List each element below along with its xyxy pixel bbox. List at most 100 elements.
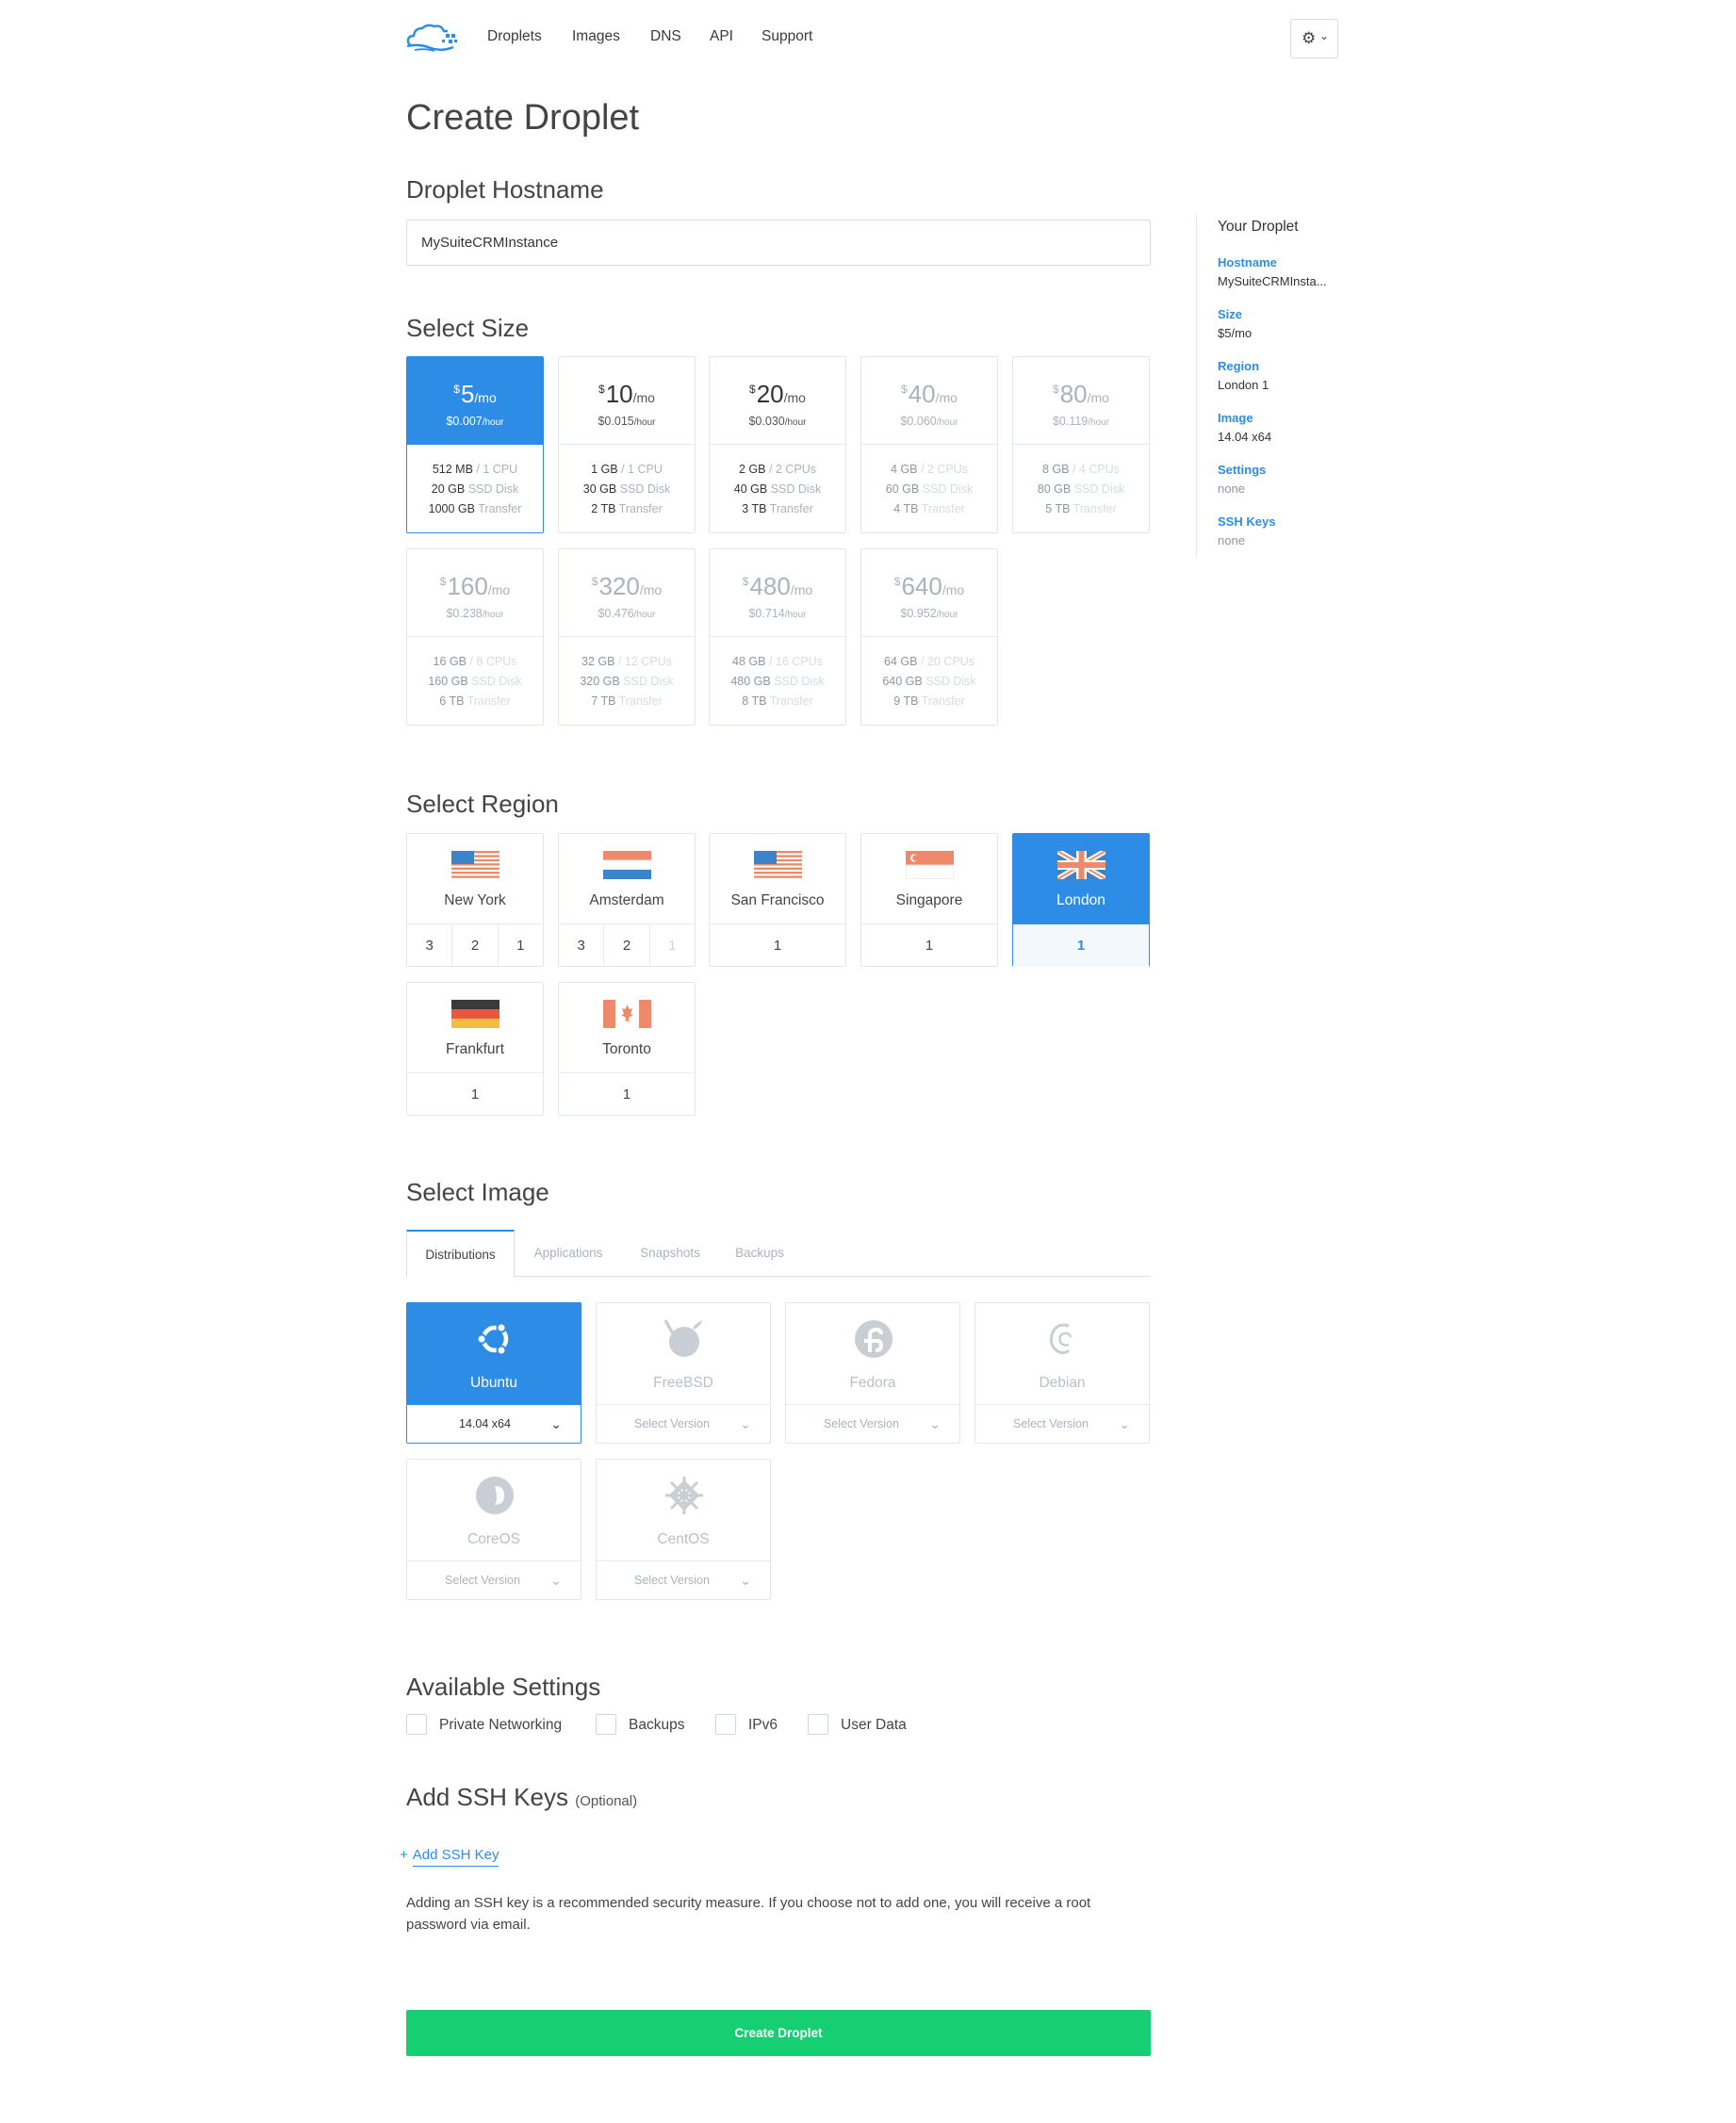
checkbox-box[interactable] [406,1714,427,1735]
nav-api-link[interactable]: API [710,28,733,45]
price-amount: 160 [447,572,488,600]
distro-header[interactable]: CoreOS [407,1460,581,1561]
spec-row: 4 TB Transfer [861,499,997,519]
distro-name: Debian [1039,1375,1086,1391]
nav-droplets-link[interactable]: Droplets [487,28,542,45]
distro-header[interactable]: CentOS [597,1460,770,1561]
version-select-dropdown[interactable]: Select Version ⌄ [786,1405,959,1443]
distro-header[interactable]: FreeBSD [597,1303,770,1405]
size-option-card[interactable]: $160/mo $0.238/hour 16 GB / 8 CPUs 160 GB S… [406,548,544,726]
datacenter-number-option[interactable]: 1 [407,1073,543,1116]
size-option-card[interactable]: $480/mo $0.714/hour 48 GB / 16 CPUs 480 GB … [709,548,846,726]
distro-option-card[interactable]: Fedora Select Version ⌄ [785,1302,960,1444]
currency-symbol: $ [591,575,598,588]
version-value: Select Version [1013,1417,1089,1430]
nav-dns-link[interactable]: DNS [650,28,681,45]
region-option-card[interactable]: London 1 [1012,833,1150,967]
distro-option-card[interactable]: Debian Select Version ⌄ [974,1302,1150,1444]
region-name: New York [444,892,506,908]
size-price-header: $20/mo $0.030/hour [710,357,845,445]
settings-dropdown-button[interactable]: ⚙ ⌄ [1290,19,1338,58]
nav-support-link[interactable]: Support [762,28,812,45]
size-option-card[interactable]: $80/mo $0.119/hour 8 GB / 4 CPUs 80 GB SSD … [1012,356,1150,533]
datacenter-number-option[interactable]: 1 [1013,924,1149,967]
sidebar-settings-value: none [1218,482,1245,496]
size-option-card[interactable]: $5/mo $0.007/hour 512 MB / 1 CPU 20 GB SSD … [406,356,544,533]
distro-option-card[interactable]: CentOS Select Version ⌄ [596,1459,771,1600]
datacenter-number-option[interactable]: 2 [452,924,499,967]
size-option-card[interactable]: $40/mo $0.060/hour 4 GB / 2 CPUs 60 GB SSD … [860,356,998,533]
size-specs: 1 GB / 1 CPU 30 GB SSD Disk 2 TB Transfer [559,445,695,519]
checkbox-box[interactable] [715,1714,736,1735]
size-option-card[interactable]: $320/mo $0.476/hour 32 GB / 12 CPUs 320 GB … [558,548,696,726]
spec-value: 480 GB [730,675,771,688]
size-hourly-price: $0.030/hour [710,415,845,428]
spec-value: 2 GB [739,463,766,476]
region-option-card[interactable]: New York 3 2 1 [406,833,544,967]
distro-header[interactable]: Debian [975,1303,1149,1405]
size-option-card[interactable]: $20/mo $0.030/hour 2 GB / 2 CPUs 40 GB SSD … [709,356,846,533]
checkbox-box[interactable] [596,1714,616,1735]
distro-option-card[interactable]: Ubuntu 14.04 x64 ⌄ [406,1302,581,1444]
datacenter-number-option[interactable]: 1 [710,924,845,967]
create-droplet-button[interactable]: Create Droplet [406,2010,1151,2056]
currency-symbol: $ [893,575,901,588]
datacenter-number-option[interactable]: 2 [604,924,650,967]
region-header[interactable]: Singapore [861,834,997,924]
digitalocean-logo-icon[interactable] [406,21,459,53]
datacenter-number-option[interactable]: 3 [559,924,605,967]
spec-label: SSD Disk [774,675,825,688]
size-option-card[interactable]: $10/mo $0.015/hour 1 GB / 1 CPU 30 GB SSD D… [558,356,696,533]
region-header[interactable]: Amsterdam [559,834,695,924]
checkbox-box[interactable] [808,1714,828,1735]
region-option-card[interactable]: Toronto 1 [558,982,696,1116]
tab-snapshots[interactable]: Snapshots [623,1230,717,1278]
currency-symbol: $ [453,383,460,396]
ssh-optional-label: (Optional) [575,1793,638,1809]
spec-label: SSD Disk [623,675,674,688]
spec-label: Transfer [921,694,965,708]
region-option-card[interactable]: Amsterdam 3 2 1 [558,833,696,967]
region-option-card[interactable]: Singapore 1 [860,833,998,967]
datacenter-selector: 1 [407,1073,543,1116]
version-select-dropdown[interactable]: Select Version ⌄ [975,1405,1149,1443]
datacenter-number-option[interactable]: 1 [559,1073,695,1116]
version-select-dropdown[interactable]: Select Version ⌄ [597,1405,770,1443]
distro-header[interactable]: Fedora [786,1303,959,1405]
tab-backups[interactable]: Backups [717,1230,802,1278]
datacenter-number-option[interactable]: 1 [861,924,997,967]
distro-option-card[interactable]: CoreOS Select Version ⌄ [406,1459,581,1600]
hostname-input[interactable] [406,220,1151,266]
region-header[interactable]: London [1013,834,1149,924]
region-header[interactable]: New York [407,834,543,924]
add-ssh-key-link[interactable]: + Add SSH Key [400,1847,500,1867]
size-hourly-price: $0.007/hour [407,415,543,428]
region-header[interactable]: Toronto [559,983,695,1073]
nav-images-link[interactable]: Images [572,28,620,45]
version-select-dropdown[interactable]: Select Version ⌄ [597,1561,770,1599]
region-header[interactable]: San Francisco [710,834,845,924]
distro-option-card[interactable]: FreeBSD Select Version ⌄ [596,1302,771,1444]
tab-distributions[interactable]: Distributions [406,1230,515,1278]
region-header[interactable]: Frankfurt [407,983,543,1073]
spec-label: SSD Disk [925,675,976,688]
spec-row: 512 MB / 1 CPU [407,460,543,480]
datacenter-number-option[interactable]: 3 [407,924,453,967]
version-select-dropdown[interactable]: Select Version ⌄ [407,1561,581,1599]
tab-applications[interactable]: Applications [521,1230,615,1278]
distro-name: CentOS [657,1531,710,1547]
region-option-card[interactable]: San Francisco 1 [709,833,846,967]
size-option-card[interactable]: $640/mo $0.952/hour 64 GB / 20 CPUs 640 GB … [860,548,998,726]
add-ssh-key-label[interactable]: Add SSH Key [412,1847,500,1867]
coreos-icon [472,1473,517,1518]
region-option-card[interactable]: Frankfurt 1 [406,982,544,1116]
settings-heading: Available Settings [406,1673,601,1701]
datacenter-number-option[interactable]: 1 [499,924,543,967]
size-hourly-price: $0.476/hour [559,607,695,620]
version-select-dropdown[interactable]: 14.04 x64 ⌄ [407,1405,581,1443]
region-name: Amsterdam [589,892,664,908]
ssh-heading: Add SSH Keys (Optional) [406,1783,637,1812]
spec-value: 64 GB [884,655,918,668]
spec-value: 30 GB [582,482,617,496]
distro-header[interactable]: Ubuntu [407,1303,581,1405]
